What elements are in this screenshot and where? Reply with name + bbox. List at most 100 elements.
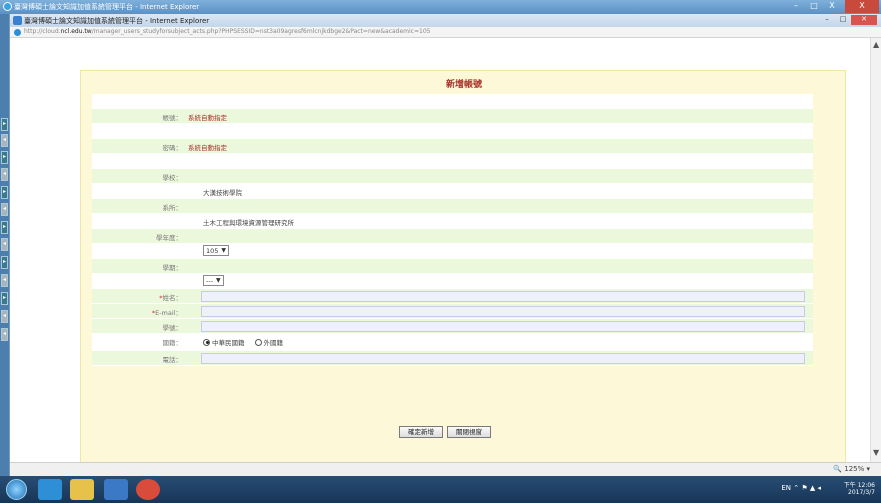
nationality-option-domestic[interactable]: 中華民國籍 bbox=[203, 337, 245, 347]
phone-input[interactable] bbox=[201, 353, 805, 364]
nationality-row: 國籍： 中華民國籍 外國籍 bbox=[92, 334, 813, 351]
strip-tab-arrow-icon[interactable]: ◂ bbox=[1, 328, 8, 341]
radio-selected-icon[interactable] bbox=[203, 338, 210, 346]
file-explorer-taskbar-icon[interactable] bbox=[70, 479, 94, 500]
close-button[interactable]: X bbox=[823, 0, 841, 13]
popup-title: 臺灣博碩士論文知識加值系統管理平台 - Internet Explorer bbox=[24, 17, 210, 25]
strip-tab-arrow-icon[interactable]: ▸ bbox=[1, 186, 8, 199]
nationality-option-foreign[interactable]: 外國籍 bbox=[254, 337, 283, 347]
zoom-icon: 🔍 bbox=[833, 465, 842, 473]
password-value: 系統自動指定 bbox=[188, 144, 227, 152]
system-tray[interactable]: EN ⌃ ⚑ ▲ ◂ bbox=[781, 484, 821, 492]
popup-window-controls: – □ ✕ bbox=[819, 15, 877, 25]
strip-tab-arrow-icon[interactable]: ◂ bbox=[1, 310, 8, 323]
student-id-row: 學號： bbox=[92, 319, 813, 334]
term-label: 學期： bbox=[162, 264, 183, 272]
url-path: /manager_users_studyforsubject_acts.php?… bbox=[91, 28, 431, 35]
email-label-text: E-mail： bbox=[155, 309, 182, 317]
clock-time: 下午 12:06 bbox=[843, 482, 875, 489]
popup-minimize-button[interactable]: – bbox=[819, 15, 835, 25]
clock-date: 2017/3/7 bbox=[848, 489, 875, 496]
outer-window-title: 臺灣博碩士論文知識加值系統管理平台 - Internet Explorer bbox=[14, 3, 200, 11]
confirm-add-button[interactable]: 確定新增 bbox=[399, 426, 443, 438]
strip-tab-arrow-icon[interactable]: ◂ bbox=[1, 274, 8, 287]
strip-tab-arrow-icon[interactable]: ▸ bbox=[1, 118, 8, 131]
password-label: 密碼： bbox=[162, 144, 183, 152]
spacer-row bbox=[92, 154, 813, 169]
status-bar: 🔍 125% ▾ bbox=[10, 462, 881, 476]
scroll-up-icon[interactable]: ▲ bbox=[873, 40, 879, 49]
academic-year-select[interactable]: 105 ▼ bbox=[203, 245, 230, 256]
term-select[interactable]: --- ▼ bbox=[203, 275, 224, 286]
school-label-row: 學校： bbox=[92, 169, 813, 184]
strip-tab-arrow-icon[interactable]: ▸ bbox=[1, 256, 8, 269]
outer-window-controls: – □ X bbox=[787, 0, 841, 13]
name-label: *姓名： bbox=[92, 292, 182, 302]
taskbar: EN ⌃ ⚑ ▲ ◂ 下午 12:06 2017/3/7 bbox=[0, 476, 881, 503]
address-bar[interactable]: http://cloud.ncl.edu.tw/manager_users_st… bbox=[10, 27, 881, 38]
app-taskbar-icon[interactable] bbox=[104, 479, 128, 500]
school-value: 大漢技術學院 bbox=[203, 189, 242, 197]
page-viewport: 新增帳號 帳號： 系統自動指定 密碼： 系統自動指定 學校： 大漢技術學院 系所… bbox=[10, 38, 870, 462]
radio-unselected-icon[interactable] bbox=[254, 338, 262, 346]
scroll-down-icon[interactable]: ▼ bbox=[873, 448, 879, 457]
nationality-radio-group: 中華民國籍 外國籍 bbox=[203, 337, 283, 347]
start-button[interactable] bbox=[6, 479, 27, 500]
internet-explorer-icon bbox=[3, 2, 12, 11]
form-panel: 新增帳號 帳號： 系統自動指定 密碼： 系統自動指定 學校： 大漢技術學院 系所… bbox=[80, 70, 846, 462]
phone-row: 電話： bbox=[92, 351, 813, 366]
chrome-taskbar-icon[interactable] bbox=[136, 479, 160, 500]
site-icon bbox=[14, 29, 21, 36]
student-id-label: 學號： bbox=[162, 324, 183, 332]
popup-maximize-button[interactable]: □ bbox=[835, 15, 851, 25]
url-prefix: http://cloud. bbox=[24, 28, 61, 35]
strip-tab-arrow-icon[interactable]: ◂ bbox=[1, 168, 8, 181]
address-url[interactable]: http://cloud.ncl.edu.tw/manager_users_st… bbox=[24, 28, 430, 35]
account-value: 系統自動指定 bbox=[188, 114, 227, 122]
popup-titlebar: 臺灣博碩士論文知識加值系統管理平台 - Internet Explorer – … bbox=[10, 14, 881, 27]
outer-window-titlebar: 臺灣博碩士論文知識加值系統管理平台 - Internet Explorer – … bbox=[0, 0, 881, 14]
dept-label-row: 系所： bbox=[92, 199, 813, 214]
academic-year-value: 105 bbox=[206, 246, 219, 255]
nationality-domestic-label: 中華民國籍 bbox=[212, 339, 245, 347]
zoom-level[interactable]: 🔍 125% ▾ bbox=[833, 465, 870, 473]
strip-tab-arrow-icon[interactable]: ▸ bbox=[1, 151, 8, 164]
strip-tab-arrow-icon[interactable]: ▸ bbox=[1, 292, 8, 305]
term-label-row: 學期： bbox=[92, 259, 813, 274]
password-row: 密碼： 系統自動指定 bbox=[92, 139, 813, 154]
left-task-strip: ▸ ◂ ▸ ◂ ▸ ◂ ▸ ◂ ▸ ◂ ▸ ◂ ◂ bbox=[0, 14, 9, 476]
year-select-row: 105 ▼ bbox=[92, 244, 813, 259]
dept-value: 土木工程與環境資源管理研究所 bbox=[203, 219, 294, 227]
popup-browser-window: 臺灣博碩士論文知識加值系統管理平台 - Internet Explorer – … bbox=[9, 14, 881, 476]
school-value-row: 大漢技術學院 bbox=[92, 184, 813, 199]
close-window-button[interactable]: 關閉視窗 bbox=[447, 426, 491, 438]
student-id-input[interactable] bbox=[201, 321, 805, 332]
name-row: *姓名： bbox=[92, 289, 813, 304]
strip-tab-arrow-icon[interactable]: ◂ bbox=[1, 203, 8, 216]
dept-value-row: 土木工程與環境資源管理研究所 bbox=[92, 214, 813, 229]
maximize-button[interactable]: □ bbox=[805, 0, 823, 13]
popup-close-button[interactable]: ✕ bbox=[851, 15, 877, 25]
internet-explorer-taskbar-icon[interactable] bbox=[38, 479, 62, 500]
year-label: 學年度： bbox=[156, 234, 182, 242]
term-select-row: --- ▼ bbox=[92, 274, 813, 289]
clock[interactable]: 下午 12:06 2017/3/7 bbox=[844, 480, 875, 496]
far-close-button[interactable]: X bbox=[845, 0, 879, 13]
strip-tab-arrow-icon[interactable]: ▸ bbox=[1, 221, 8, 234]
minimize-button[interactable]: – bbox=[787, 0, 805, 13]
email-input[interactable] bbox=[201, 306, 805, 317]
spacer-row bbox=[92, 94, 813, 109]
language-indicator[interactable]: EN bbox=[781, 484, 791, 492]
name-input[interactable] bbox=[201, 291, 805, 302]
term-value: --- bbox=[206, 276, 214, 285]
url-domain: ncl.edu.tw bbox=[60, 28, 92, 35]
nationality-label: 國籍： bbox=[162, 339, 183, 347]
strip-tab-arrow-icon[interactable]: ◂ bbox=[1, 238, 8, 251]
ie-page-icon bbox=[13, 16, 22, 25]
dept-label: 系所： bbox=[162, 204, 183, 212]
page-title: 新增帳號 bbox=[445, 80, 482, 90]
strip-tab-arrow-icon[interactable]: ◂ bbox=[1, 134, 8, 147]
vertical-scrollbar[interactable]: ▲ ▼ bbox=[870, 38, 881, 462]
email-row: *E-mail： bbox=[92, 304, 813, 319]
zoom-value: 125% bbox=[844, 465, 865, 473]
